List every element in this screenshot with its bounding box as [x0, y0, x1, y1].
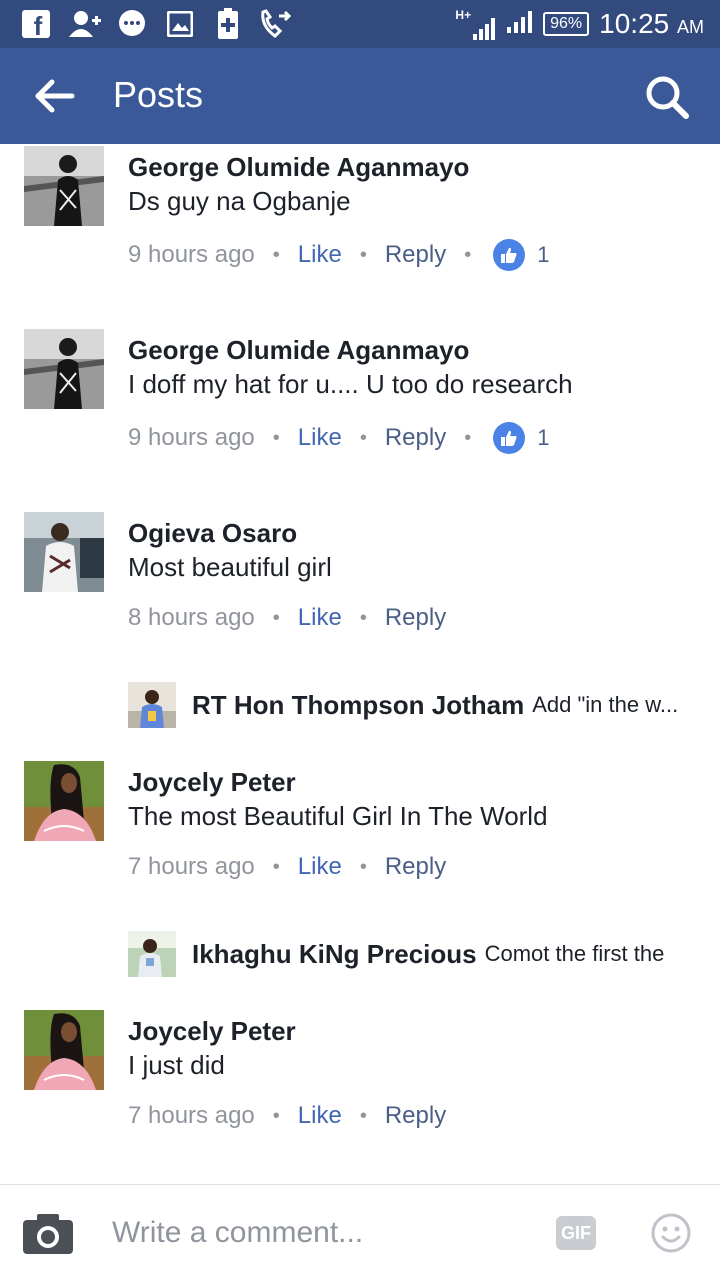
- facebook-icon: f: [22, 10, 50, 41]
- status-bar: f H+ 96% 10:25 AM: [0, 0, 720, 48]
- avatar[interactable]: [24, 329, 104, 409]
- thumbs-up-icon[interactable]: [493, 239, 526, 271]
- reaction-count[interactable]: 1: [537, 242, 549, 268]
- like-button[interactable]: Like: [298, 1102, 342, 1130]
- avatar[interactable]: [24, 512, 104, 592]
- reply-preview-text: Comot the first the: [484, 941, 665, 966]
- reply-author[interactable]: Ikhaghu KiNg Precious: [192, 939, 477, 970]
- comment-timestamp[interactable]: 7 hours ago: [128, 853, 255, 881]
- comment-author[interactable]: Joycely Peter: [128, 1016, 296, 1047]
- camera-icon[interactable]: [22, 1213, 74, 1255]
- thumbs-up-icon[interactable]: [493, 422, 526, 454]
- comment-author[interactable]: Joycely Peter: [128, 767, 296, 798]
- comment-author[interactable]: George Olumide Aganmayo: [128, 152, 469, 183]
- separator-dot: •: [272, 1104, 280, 1127]
- signal-icon: [507, 10, 533, 38]
- separator-dot: •: [272, 426, 280, 449]
- like-button[interactable]: Like: [298, 604, 342, 632]
- reply-button[interactable]: Reply: [385, 853, 446, 881]
- like-button[interactable]: Like: [298, 853, 342, 881]
- comment-author[interactable]: George Olumide Aganmayo: [128, 335, 469, 366]
- comment-feed[interactable]: George Olumide Aganmayo Ds guy na Ogbanj…: [0, 144, 720, 1184]
- back-arrow-icon[interactable]: [30, 76, 78, 116]
- signal-h-plus-icon: H+: [455, 8, 497, 40]
- separator-dot: •: [272, 243, 280, 266]
- comment-author[interactable]: Ogieva Osaro: [128, 518, 297, 549]
- comment-timestamp[interactable]: 9 hours ago: [128, 424, 255, 452]
- comment-text: Most beautiful girl: [128, 552, 332, 582]
- clock: 10:25 AM: [599, 8, 704, 40]
- comment-text: Ds guy na Ogbanje: [128, 186, 351, 216]
- separator-dot: •: [272, 855, 280, 878]
- avatar[interactable]: [24, 1010, 104, 1090]
- reply-author[interactable]: RT Hon Thompson Jotham: [192, 690, 524, 721]
- separator-dot: •: [272, 606, 280, 629]
- reply-preview[interactable]: Ikhaghu KiNg Precious Comot the first th…: [128, 931, 698, 977]
- comment-timestamp[interactable]: 7 hours ago: [128, 1102, 255, 1130]
- comment-composer: GIF: [0, 1184, 720, 1280]
- comment-actions: 7 hours ago • Like • Reply: [128, 850, 446, 884]
- reaction-count[interactable]: 1: [537, 425, 549, 451]
- like-button[interactable]: Like: [298, 424, 342, 452]
- reply-avatar[interactable]: [128, 682, 176, 728]
- like-button[interactable]: Like: [298, 241, 342, 269]
- reply-button[interactable]: Reply: [385, 1102, 446, 1130]
- clock-ampm: AM: [677, 17, 704, 37]
- reply-button[interactable]: Reply: [385, 424, 446, 452]
- messenger-icon: [116, 8, 148, 40]
- app-bar: Posts: [0, 48, 720, 144]
- avatar[interactable]: [24, 761, 104, 841]
- separator-dot: •: [359, 855, 367, 878]
- separator-dot: •: [359, 606, 367, 629]
- add-friend-icon: [68, 8, 102, 40]
- reply-preview-text: Add "in the w...: [532, 692, 679, 717]
- battery-indicator: 96%: [543, 12, 590, 36]
- separator-dot: •: [464, 243, 472, 266]
- comment-actions: 9 hours ago • Like • Reply • 1: [128, 421, 549, 455]
- clock-time: 10:25: [599, 8, 670, 39]
- comment-text: I just did: [128, 1050, 225, 1080]
- comment-actions: 9 hours ago • Like • Reply • 1: [128, 238, 549, 272]
- avatar[interactable]: [24, 146, 104, 226]
- reply-button[interactable]: Reply: [385, 241, 446, 269]
- reply-preview[interactable]: RT Hon Thompson Jotham Add "in the w...: [128, 682, 698, 728]
- comment-input[interactable]: [112, 1211, 532, 1255]
- comment-actions: 7 hours ago • Like • Reply: [128, 1099, 446, 1133]
- reply-avatar[interactable]: [128, 931, 176, 977]
- call-forward-icon: [258, 8, 294, 40]
- comment-text: The most Beautiful Girl In The World: [128, 801, 548, 831]
- network-type: H+: [455, 8, 472, 22]
- comment-text: I doff my hat for u.... U too do researc…: [128, 369, 573, 399]
- comment-actions: 8 hours ago • Like • Reply: [128, 601, 446, 635]
- gif-button[interactable]: GIF: [556, 1216, 596, 1250]
- battery-plus-icon: [216, 8, 240, 40]
- emoji-icon[interactable]: [651, 1213, 691, 1253]
- separator-dot: •: [359, 426, 367, 449]
- search-icon[interactable]: [644, 74, 690, 120]
- comment-timestamp[interactable]: 9 hours ago: [128, 241, 255, 269]
- separator-dot: •: [359, 243, 367, 266]
- separator-dot: •: [359, 1104, 367, 1127]
- comment-timestamp[interactable]: 8 hours ago: [128, 604, 255, 632]
- gallery-icon: [166, 8, 194, 40]
- reply-button[interactable]: Reply: [385, 604, 446, 632]
- page-title: Posts: [113, 74, 204, 115]
- separator-dot: •: [464, 426, 472, 449]
